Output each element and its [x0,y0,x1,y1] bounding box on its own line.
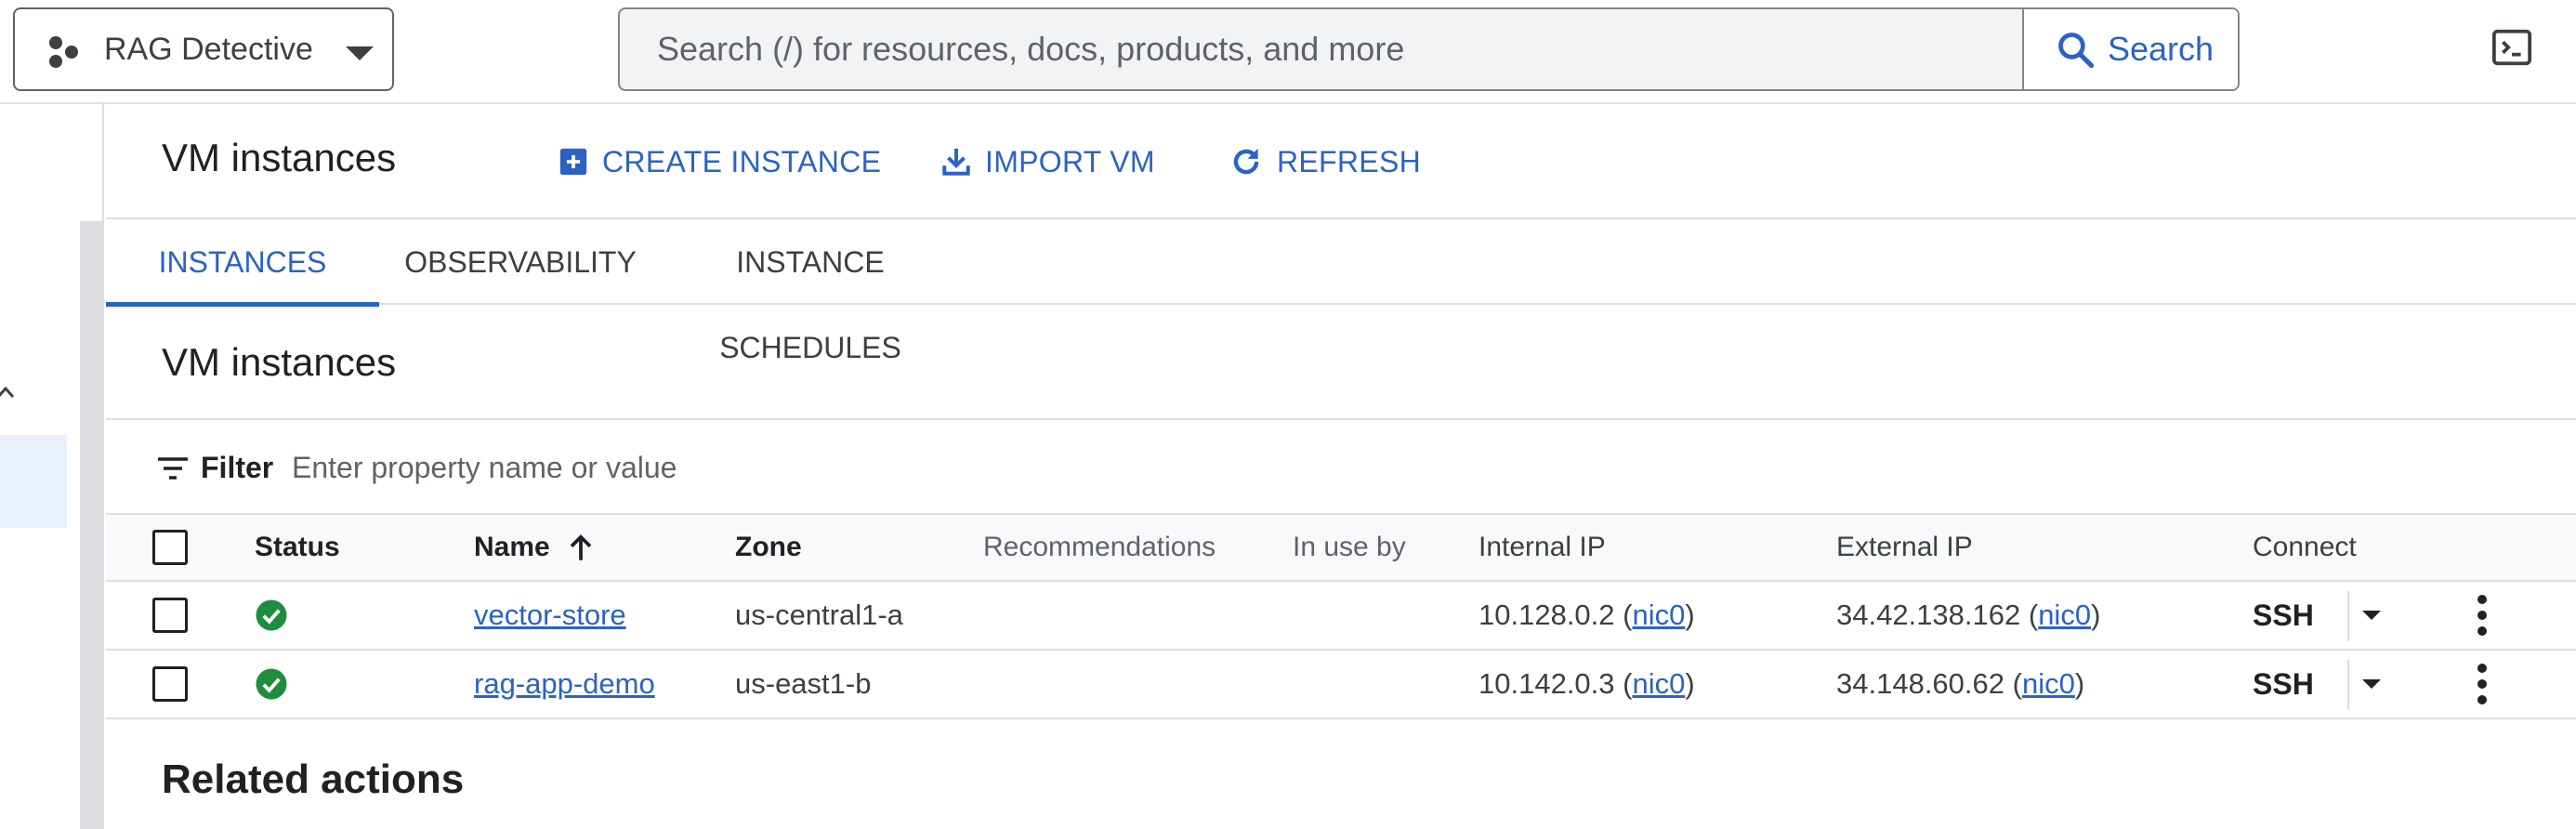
ssh-divider [2347,591,2349,641]
related-actions-heading: Related actions [162,757,465,802]
caret-down-icon [2362,679,2381,689]
status-cell [255,582,288,649]
project-icon [49,36,78,68]
instance-name-link[interactable]: vector-store [474,599,626,632]
row-checkbox[interactable] [152,666,188,702]
name-cell: vector-store [474,582,626,649]
add-box-icon [559,148,587,176]
filter-input[interactable] [292,444,1407,491]
section-header: VM instances [106,305,2576,420]
internal-ip-value: 10.128.0.2 [1479,599,1615,631]
tab-instance-schedules[interactable]: INSTANCE SCHEDULES [662,219,959,364]
tab-bar: INSTANCES OBSERVABILITY INSTANCE SCHEDUL… [106,219,2576,364]
caret-down-icon [2362,611,2381,620]
tab-observability[interactable]: OBSERVABILITY [379,219,662,305]
tab-instances[interactable]: INSTANCES [106,219,379,307]
zone-cell: us-central1-a [735,599,903,631]
ssh-options-dropdown[interactable] [2362,582,2381,649]
column-name-label: Name [474,532,550,562]
connect-cell: SSH [2253,582,2314,649]
internal-nic-link[interactable]: nic0 [1632,667,1685,701]
table-row: rag-app-demo us-east1-b 10.142.0.3 (nic0… [106,651,2576,719]
external-ip-cell: 34.42.138.162 (nic0) [1836,599,2101,632]
import-vm-button[interactable]: IMPORT VM [940,141,1155,182]
search-icon [2058,33,2095,69]
row-checkbox[interactable] [152,598,188,633]
top-bar: RAG Detective Search [0,0,2576,104]
section-title: VM instances [162,340,397,384]
zone-cell: us-east1-b [735,667,872,700]
external-nic-link[interactable]: nic0 [2022,667,2075,701]
vm-instances-table: Status Name Zone Recommendations In use … [106,515,2576,719]
cloud-shell-icon[interactable] [2491,26,2533,69]
filter-icon [158,457,188,480]
column-connect: Connect [2253,532,2357,562]
create-instance-label: CREATE INSTANCE [602,144,882,178]
scrollbar[interactable] [80,221,104,829]
download-icon [942,148,970,176]
import-vm-label: IMPORT VM [985,144,1155,178]
refresh-label: REFRESH [1277,144,1422,178]
external-ip-cell: 34.148.60.62 (nic0) [1836,667,2085,701]
check-circle-icon [256,668,287,700]
internal-nic-link[interactable]: nic0 [1632,599,1685,632]
search-button-label: Search [2108,30,2215,68]
row-select-cell [152,651,188,717]
check-circle-icon [256,599,287,631]
ssh-button[interactable]: SSH [2253,667,2314,702]
column-name[interactable]: Name [474,515,595,580]
chevron-up-icon[interactable] [0,383,19,401]
column-recommendations: Recommendations [983,532,1216,562]
create-instance-button[interactable]: CREATE INSTANCE [558,141,881,182]
column-zone[interactable]: Zone [735,515,802,580]
search-button[interactable]: Search [2024,9,2238,89]
row-select-cell [152,582,188,649]
project-name: RAG Detective [104,32,313,67]
select-all-cell [152,515,188,580]
project-picker[interactable]: RAG Detective [13,7,394,91]
more-cell [2476,651,2489,717]
nav-item-active[interactable] [0,435,67,528]
column-internal-ip[interactable]: Internal IP [1479,515,1606,580]
internal-ip-cell: 10.128.0.2 (nic0) [1479,599,1695,632]
more-cell [2476,582,2489,649]
status-cell [255,651,288,717]
column-status[interactable]: Status [255,515,340,580]
table-row: vector-store us-central1-a 10.128.0.2 (n… [106,582,2576,651]
filter-label: Filter [201,451,274,484]
refresh-icon [1233,148,1259,175]
more-vert-icon[interactable] [2476,663,2489,705]
name-cell: rag-app-demo [474,651,655,717]
page-header: VM instances CREATE INSTANCE IMPORT VM R… [106,104,2576,219]
instance-name-link[interactable]: rag-app-demo [474,667,655,701]
table-header-row: Status Name Zone Recommendations In use … [106,515,2576,582]
internal-ip-cell: 10.142.0.3 (nic0) [1479,667,1695,701]
search-bar: Search [618,7,2240,91]
external-ip-value: 34.148.60.62 [1836,667,2005,700]
ssh-button[interactable]: SSH [2253,599,2314,633]
left-nav-rail [0,104,104,829]
external-ip-value: 34.42.138.162 [1836,599,2021,631]
page-title: VM instances [162,136,397,179]
sort-ascending-icon [570,534,592,560]
select-all-checkbox[interactable] [152,530,188,565]
search-input[interactable] [620,9,2023,89]
ssh-divider [2347,660,2349,710]
internal-ip-value: 10.142.0.3 [1479,667,1615,700]
ssh-options-dropdown[interactable] [2362,651,2381,717]
chevron-down-icon [346,46,374,60]
column-external-ip[interactable]: External IP [1836,515,1973,580]
refresh-button[interactable]: REFRESH [1229,141,1421,182]
external-nic-link[interactable]: nic0 [2038,599,2091,632]
more-vert-icon[interactable] [2476,594,2489,637]
connect-cell: SSH [2253,651,2314,717]
filter-bar: Filter [106,420,2576,515]
column-in-use-by: In use by [1293,532,1406,562]
